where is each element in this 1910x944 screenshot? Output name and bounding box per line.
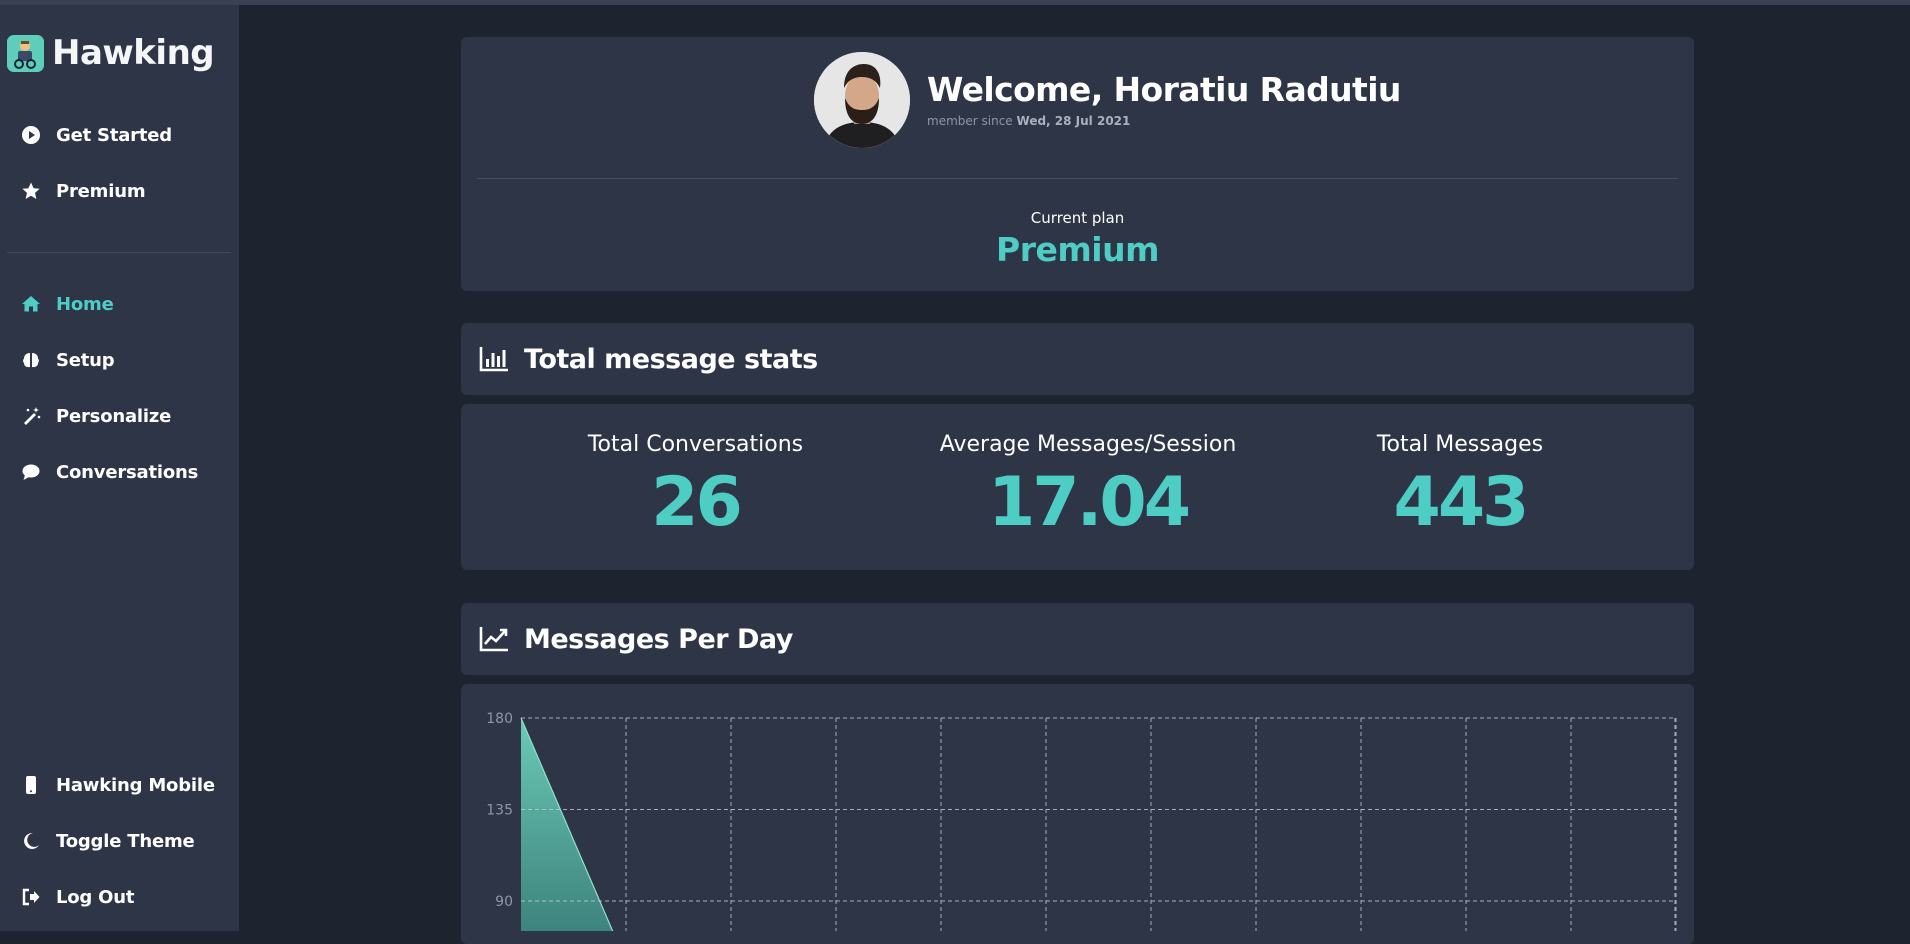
nav-home-label: Home bbox=[56, 293, 114, 315]
stat-total-messages: Total Messages 443 bbox=[1359, 432, 1561, 537]
stat-value: 17.04 bbox=[987, 463, 1191, 542]
stats-card: Total Conversations 26 Average Messages/… bbox=[461, 404, 1694, 570]
chart-section-title: Messages Per Day bbox=[524, 623, 793, 655]
stat-label: Total Messages bbox=[1376, 432, 1544, 457]
nav-toggle-theme[interactable]: Toggle Theme bbox=[20, 824, 230, 858]
sidebar-divider bbox=[7, 252, 231, 253]
stats-section-header: Total message stats bbox=[461, 323, 1694, 395]
member-since: member since Wed, 28 Jul 2021 bbox=[927, 114, 1130, 128]
nav-toggle-theme-label: Toggle Theme bbox=[56, 830, 195, 852]
nav-setup[interactable]: Setup bbox=[20, 343, 230, 377]
play-circle-icon bbox=[20, 124, 42, 146]
current-plan-label: Current plan bbox=[1030, 209, 1125, 227]
stat-value: 26 bbox=[651, 463, 743, 542]
stat-total-conversations: Total Conversations 26 bbox=[586, 432, 805, 537]
chart-section-header: Messages Per Day bbox=[461, 603, 1694, 675]
current-plan-value: Premium bbox=[996, 230, 1159, 269]
nav-home[interactable]: Home bbox=[20, 287, 230, 321]
nav-personalize-label: Personalize bbox=[56, 405, 172, 427]
member-since-date: Wed, 28 Jul 2021 bbox=[1016, 114, 1131, 128]
brain-icon bbox=[20, 349, 42, 371]
y-tick-label: 135 bbox=[486, 803, 513, 819]
nav-premium-label: Premium bbox=[56, 180, 146, 202]
stat-average-messages: Average Messages/Session 17.04 bbox=[933, 432, 1243, 537]
line-chart-icon bbox=[479, 624, 509, 654]
top-border bbox=[0, 0, 1910, 5]
profile-divider bbox=[477, 178, 1678, 179]
profile-card: Welcome, Horatiu Radutiu member since We… bbox=[461, 37, 1694, 291]
log-out-icon bbox=[20, 886, 42, 908]
nav-hawking-mobile[interactable]: Hawking Mobile bbox=[20, 768, 230, 802]
app-name: Hawking bbox=[52, 33, 215, 73]
chat-bubble-icon bbox=[20, 461, 42, 483]
nav-conversations-label: Conversations bbox=[56, 461, 199, 483]
bar-chart-icon bbox=[479, 344, 509, 374]
brand[interactable]: Hawking bbox=[7, 31, 215, 75]
nav-get-started-label: Get Started bbox=[56, 124, 172, 146]
mobile-phone-icon bbox=[20, 774, 42, 796]
chart-canvas: 180 135 90 bbox=[486, 711, 1677, 931]
avatar[interactable] bbox=[814, 52, 910, 148]
nav-setup-label: Setup bbox=[56, 349, 115, 371]
messages-per-day-chart: 180 135 90 bbox=[461, 684, 1694, 944]
nav-hawking-mobile-label: Hawking Mobile bbox=[56, 774, 215, 796]
nav-personalize[interactable]: Personalize bbox=[20, 399, 230, 433]
stats-section-title: Total message stats bbox=[524, 343, 818, 375]
stat-label: Total Conversations bbox=[587, 432, 804, 457]
home-icon bbox=[20, 293, 42, 315]
welcome-heading: Welcome, Horatiu Radutiu bbox=[927, 70, 1401, 109]
y-tick-label: 90 bbox=[495, 894, 513, 910]
y-tick-label: 180 bbox=[486, 711, 513, 727]
nav-premium[interactable]: Premium bbox=[20, 174, 230, 208]
nav-log-out-label: Log Out bbox=[56, 886, 135, 908]
sidebar: Hawking Get Started Premium Home Setup P… bbox=[0, 5, 239, 931]
stat-value: 443 bbox=[1393, 463, 1530, 542]
member-since-prefix: member since bbox=[927, 114, 1013, 128]
star-icon bbox=[20, 180, 42, 202]
hawking-logo-icon bbox=[7, 34, 44, 72]
area-series-fill bbox=[521, 718, 613, 931]
nav-get-started[interactable]: Get Started bbox=[20, 118, 230, 152]
stat-label: Average Messages/Session bbox=[939, 432, 1237, 457]
moon-icon bbox=[20, 830, 42, 852]
magic-wand-icon bbox=[20, 405, 42, 427]
nav-conversations[interactable]: Conversations bbox=[20, 455, 230, 489]
nav-log-out[interactable]: Log Out bbox=[20, 880, 230, 914]
